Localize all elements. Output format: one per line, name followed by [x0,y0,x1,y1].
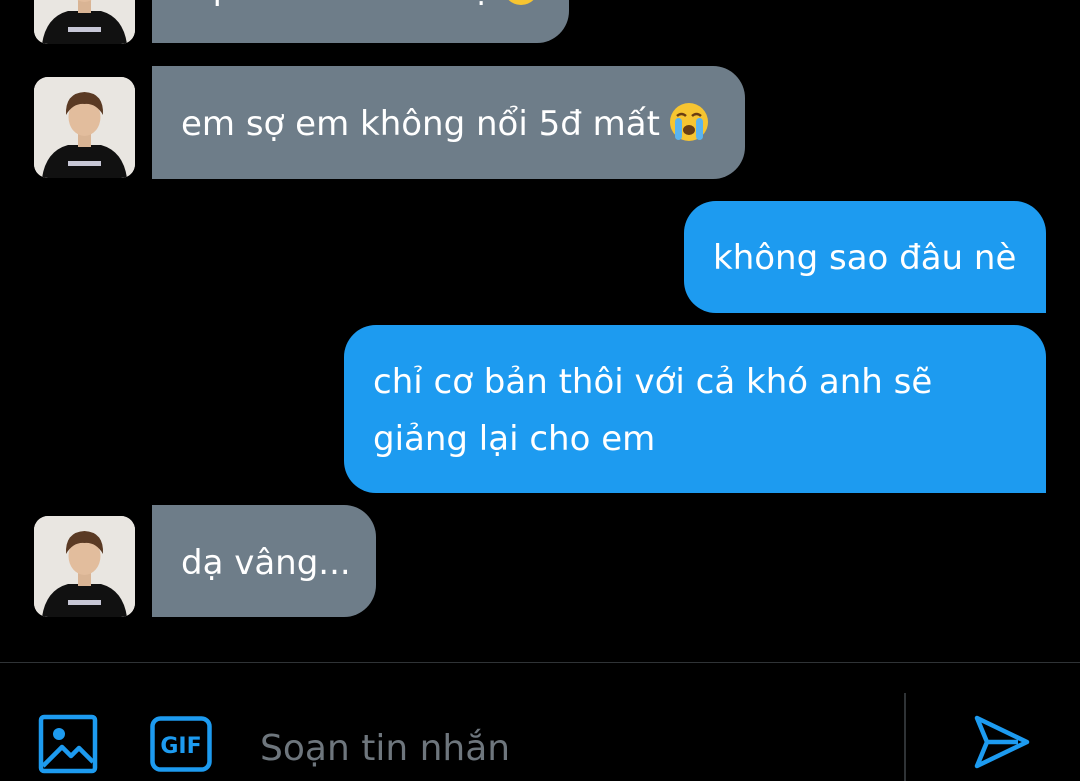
message-bubble-incoming[interactable]: ô phải test trước ạ [152,0,569,43]
gif-icon[interactable]: GIF [150,716,212,772]
message-bubble-outgoing[interactable]: không sao đâu nè [684,201,1046,313]
message-text-line: chỉ cơ bản thôi với cả khó anh sẽ [373,362,933,402]
message-list[interactable]: ô phải test trước ạ em sợ em không nổi 5… [0,0,1080,662]
message-text: không sao đâu nè [713,238,1017,278]
composer-separator [904,693,906,781]
message-text: ô phải test trước ạ [181,0,493,8]
loudly-crying-face-emoji [668,101,710,161]
message-bubble-incoming[interactable]: dạ vâng... [152,505,376,617]
message-input[interactable] [260,720,880,776]
message-text: em sợ em không nổi 5đ mất [181,104,660,144]
message-bubble-outgoing[interactable]: chỉ cơ bản thôi với cả khó anh sẽ giảng … [344,325,1046,493]
smiling-face-emoji [501,0,541,25]
message-text-line: giảng lại cho em [373,419,656,459]
gif-label: GIF [160,734,201,759]
contact-avatar[interactable] [34,77,135,178]
contact-avatar[interactable] [34,516,135,617]
message-bubble-incoming[interactable]: em sợ em không nổi 5đ mất [152,66,745,179]
image-icon[interactable] [38,714,98,774]
send-icon[interactable] [972,712,1032,772]
contact-avatar[interactable] [34,0,135,44]
message-text: dạ vâng... [181,543,351,583]
